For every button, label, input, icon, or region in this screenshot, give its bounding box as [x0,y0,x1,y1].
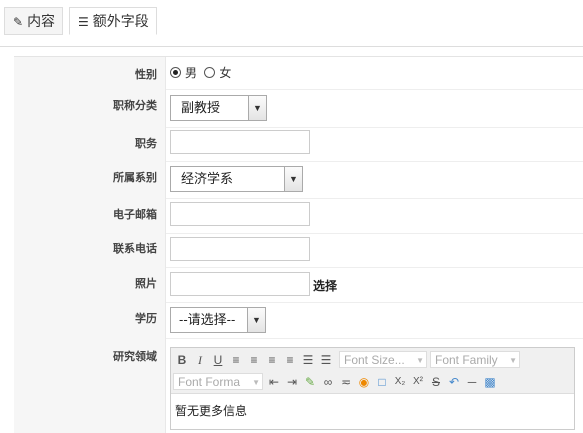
outdent-icon[interactable]: ⇤ [267,375,281,389]
position-label: 职务 [135,138,157,150]
title-category-select[interactable]: 副教授 ▼ [170,95,267,121]
font-format-select[interactable]: Font Forma ▼ [173,373,263,390]
indent-icon[interactable]: ⇥ [285,375,299,389]
underline-icon[interactable]: U [211,353,225,367]
gender-field: 男 女 [170,64,235,81]
subscript-icon[interactable]: X₂ [393,375,407,389]
unordered-list-icon[interactable]: ☰ [319,353,333,367]
row-department: 所属系别 经济学系 ▼ [14,161,583,199]
education-label: 学历 [135,313,157,325]
row-education: 学历 --请选择-- ▼ [14,302,583,339]
phone-label: 联系电话 [113,243,157,255]
remove-format-icon[interactable]: ↶ [447,375,461,389]
education-select[interactable]: --请选择-- ▼ [170,307,266,333]
email-input[interactable] [170,202,310,226]
gender-male-radio[interactable] [170,67,181,78]
extra-fields-form: 性别 男 女 职称分类 副教授 ▼ 职务 所属系别 经济学系 ▼ 电子邮箱 联系… [14,56,583,433]
align-left-icon[interactable]: ≡ [229,353,243,367]
photo-select-button[interactable]: 选择 [313,277,337,294]
gender-female-radio[interactable] [204,67,216,78]
phone-input[interactable] [170,237,310,261]
department-select[interactable]: 经济学系 ▼ [170,166,303,192]
superscript-icon[interactable]: X² [411,375,425,389]
title-category-value: 副教授 [181,100,221,115]
strikethrough-icon[interactable]: S [429,375,443,389]
gender-female-text: 女 [219,66,232,80]
row-email: 电子邮箱 [14,198,583,234]
gender-male-text: 男 [185,66,198,80]
justify-icon[interactable]: ≡ [283,353,297,367]
link-icon[interactable]: ∞ [321,375,335,389]
bold-icon[interactable]: B [175,353,189,367]
position-input[interactable] [170,130,310,154]
education-value: --请选择-- [179,312,236,327]
font-size-select[interactable]: Font Size... ▼ [339,351,427,368]
chevron-down-icon: ▼ [247,308,265,332]
gender-label: 性别 [135,69,157,81]
tab-content-label: 内容 [27,13,56,29]
paste-icon[interactable]: ✎ [303,375,317,389]
department-value: 经济学系 [181,171,234,186]
ordered-list-icon[interactable]: ☰ [301,353,315,367]
unlink-icon[interactable]: ≂ [339,375,353,389]
department-label: 所属系别 [113,172,157,184]
editor-content[interactable]: 暂无更多信息 [171,394,574,419]
italic-icon[interactable]: I [193,353,207,367]
title-category-label: 职称分类 [113,100,157,112]
html-view-icon[interactable]: ▩ [483,375,497,389]
research-label: 研究领域 [113,351,157,363]
photo-label: 照片 [135,278,157,290]
row-phone: 联系电话 [14,233,583,268]
rich-text-editor: B I U ≡ ≡ ≡ ≡ ☰ ☰ Font Size... ▼ Font Fam… [170,347,575,430]
edit-icon: ✎ [13,15,24,29]
email-label: 电子邮箱 [113,209,157,221]
tab-content[interactable]: ✎ 内容 [4,7,64,35]
chevron-down-icon: ▼ [284,167,302,191]
photo-input[interactable] [170,272,310,296]
row-gender: 性别 男 女 [14,57,583,90]
row-photo: 照片 选择 [14,267,583,303]
font-family-select[interactable]: Font Family ▼ [430,351,520,368]
align-center-icon[interactable]: ≡ [247,353,261,367]
row-title-category: 职称分类 副教授 ▼ [14,89,583,128]
image-icon[interactable]: ◉ [357,375,371,389]
tab-bar: ✎ 内容 ☰ 额外字段 [0,0,583,47]
edit-html-icon[interactable]: □ [375,375,389,389]
fields-icon: ☰ [78,15,89,29]
tab-extra-fields[interactable]: ☰ 额外字段 [69,7,157,35]
align-right-icon[interactable]: ≡ [265,353,279,367]
row-position: 职务 [14,127,583,162]
chevron-down-icon: ▼ [248,96,266,120]
editor-toolbar: B I U ≡ ≡ ≡ ≡ ☰ ☰ Font Size... ▼ Font Fam… [171,348,574,394]
tab-extra-fields-label: 额外字段 [92,13,149,29]
horizontal-rule-icon[interactable]: ─ [465,375,479,389]
